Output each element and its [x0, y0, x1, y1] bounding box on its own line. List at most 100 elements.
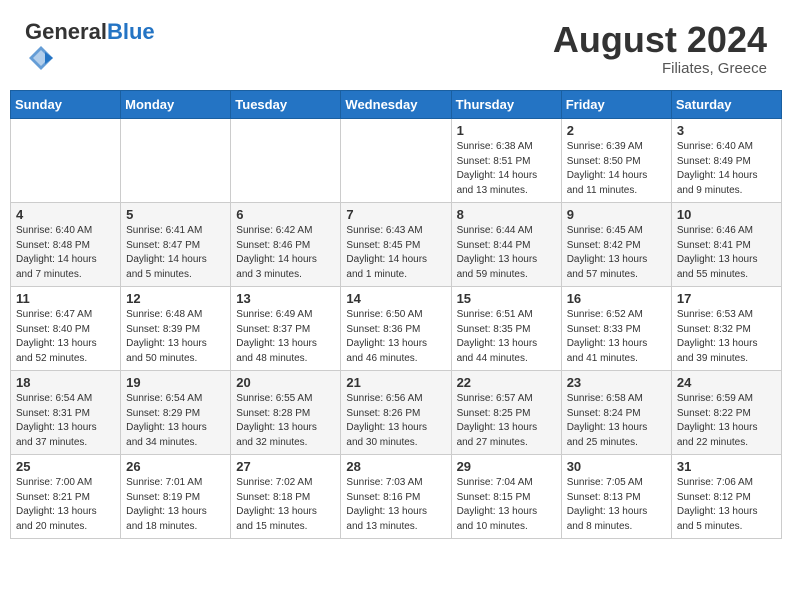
day-number: 20 — [236, 375, 335, 390]
day-info: Sunrise: 6:54 AM Sunset: 8:31 PM Dayligh… — [16, 392, 115, 450]
calendar-cell: 11Sunrise: 6:47 AM Sunset: 8:40 PM Dayli… — [11, 287, 121, 371]
weekday-header-monday: Monday — [121, 91, 231, 119]
weekday-header-wednesday: Wednesday — [341, 91, 451, 119]
calendar-cell: 7 Sunrise: 6:43 AM Sunset: 8:45 PM Daylig… — [341, 203, 451, 287]
calendar-cell: 21Sunrise: 6:56 AM Sunset: 8:26 PM Dayli… — [341, 371, 451, 455]
calendar-cell: 22Sunrise: 6:57 AM Sunset: 8:25 PM Dayli… — [451, 371, 561, 455]
calendar-week-row: 11Sunrise: 6:47 AM Sunset: 8:40 PM Dayli… — [11, 287, 782, 371]
weekday-header-thursday: Thursday — [451, 91, 561, 119]
day-number: 25 — [16, 459, 115, 474]
day-info: Sunrise: 6:41 AM Sunset: 8:47 PM Dayligh… — [126, 224, 225, 282]
day-number: 17 — [677, 291, 776, 306]
calendar-cell: 17 Sunrise: 6:53 AM Sunset: 8:32 PM Dayli… — [671, 287, 781, 371]
logo-blue: Blue — [107, 19, 155, 44]
day-info: Sunrise: 6:38 AM Sunset: 8:51 PM Dayligh… — [457, 140, 556, 198]
calendar-cell: 19Sunrise: 6:54 AM Sunset: 8:29 PM Dayli… — [121, 371, 231, 455]
calendar-cell: 30Sunrise: 7:05 AM Sunset: 8:13 PM Dayli… — [561, 455, 671, 539]
day-info: Sunrise: 6:55 AM Sunset: 8:28 PM Dayligh… — [236, 392, 335, 450]
calendar-week-row: 25 Sunrise: 7:00 AM Sunset: 8:21 PM Dayli… — [11, 455, 782, 539]
calendar-week-row: 4Sunrise: 6:40 AM Sunset: 8:48 PM Daylig… — [11, 203, 782, 287]
calendar-cell: 12 Sunrise: 6:48 AM Sunset: 8:39 PM Dayli… — [121, 287, 231, 371]
page-header: GeneralBlue August 2024 Filiates, Greece — [10, 10, 782, 82]
day-info: Sunrise: 6:50 AM Sunset: 8:36 PM Dayligh… — [346, 308, 445, 366]
weekday-header-row: SundayMondayTuesdayWednesdayThursdayFrid… — [11, 91, 782, 119]
weekday-header-saturday: Saturday — [671, 91, 781, 119]
day-number: 7 — [346, 207, 445, 222]
day-number: 18 — [16, 375, 115, 390]
day-info: Sunrise: 7:02 AM Sunset: 8:18 PM Dayligh… — [236, 476, 335, 534]
day-number: 1 — [457, 123, 556, 138]
calendar-week-row: 1 Sunrise: 6:38 AM Sunset: 8:51 PM Daylig… — [11, 119, 782, 203]
calendar-cell: 25 Sunrise: 7:00 AM Sunset: 8:21 PM Dayli… — [11, 455, 121, 539]
location-subtitle: Filiates, Greece — [553, 60, 767, 77]
calendar-cell: 23 Sunrise: 6:58 AM Sunset: 8:24 PM Dayli… — [561, 371, 671, 455]
day-number: 12 — [126, 291, 225, 306]
day-number: 16 — [567, 291, 666, 306]
calendar-cell — [121, 119, 231, 203]
calendar-cell: 24Sunrise: 6:59 AM Sunset: 8:22 PM Dayli… — [671, 371, 781, 455]
calendar-cell: 15 Sunrise: 6:51 AM Sunset: 8:35 PM Dayli… — [451, 287, 561, 371]
day-info: Sunrise: 6:54 AM Sunset: 8:29 PM Dayligh… — [126, 392, 225, 450]
calendar-cell: 31 Sunrise: 7:06 AM Sunset: 8:12 PM Dayli… — [671, 455, 781, 539]
day-info: Sunrise: 6:56 AM Sunset: 8:26 PM Dayligh… — [346, 392, 445, 450]
calendar-cell: 10Sunrise: 6:46 AM Sunset: 8:41 PM Dayli… — [671, 203, 781, 287]
day-info: Sunrise: 6:51 AM Sunset: 8:35 PM Dayligh… — [457, 308, 556, 366]
day-info: Sunrise: 6:58 AM Sunset: 8:24 PM Dayligh… — [567, 392, 666, 450]
calendar-cell: 9 Sunrise: 6:45 AM Sunset: 8:42 PM Daylig… — [561, 203, 671, 287]
day-info: Sunrise: 7:05 AM Sunset: 8:13 PM Dayligh… — [567, 476, 666, 534]
day-info: Sunrise: 7:00 AM Sunset: 8:21 PM Dayligh… — [16, 476, 115, 534]
day-number: 31 — [677, 459, 776, 474]
calendar-cell — [11, 119, 121, 203]
title-block: August 2024 Filiates, Greece — [553, 20, 767, 77]
day-number: 6 — [236, 207, 335, 222]
calendar-cell: 4Sunrise: 6:40 AM Sunset: 8:48 PM Daylig… — [11, 203, 121, 287]
day-info: Sunrise: 6:44 AM Sunset: 8:44 PM Dayligh… — [457, 224, 556, 282]
day-info: Sunrise: 7:01 AM Sunset: 8:19 PM Dayligh… — [126, 476, 225, 534]
day-info: Sunrise: 6:47 AM Sunset: 8:40 PM Dayligh… — [16, 308, 115, 366]
calendar-cell: 2Sunrise: 6:39 AM Sunset: 8:50 PM Daylig… — [561, 119, 671, 203]
day-info: Sunrise: 6:43 AM Sunset: 8:45 PM Dayligh… — [346, 224, 445, 282]
calendar-table: SundayMondayTuesdayWednesdayThursdayFrid… — [10, 90, 782, 539]
day-info: Sunrise: 6:53 AM Sunset: 8:32 PM Dayligh… — [677, 308, 776, 366]
day-info: Sunrise: 6:45 AM Sunset: 8:42 PM Dayligh… — [567, 224, 666, 282]
day-number: 29 — [457, 459, 556, 474]
day-info: Sunrise: 6:42 AM Sunset: 8:46 PM Dayligh… — [236, 224, 335, 282]
day-number: 27 — [236, 459, 335, 474]
day-info: Sunrise: 6:40 AM Sunset: 8:49 PM Dayligh… — [677, 140, 776, 198]
calendar-cell: 5 Sunrise: 6:41 AM Sunset: 8:47 PM Daylig… — [121, 203, 231, 287]
day-number: 15 — [457, 291, 556, 306]
logo: GeneralBlue — [25, 20, 155, 77]
weekday-header-tuesday: Tuesday — [231, 91, 341, 119]
month-year-title: August 2024 — [553, 20, 767, 60]
day-number: 5 — [126, 207, 225, 222]
logo-icon — [27, 44, 55, 72]
calendar-cell: 29 Sunrise: 7:04 AM Sunset: 8:15 PM Dayli… — [451, 455, 561, 539]
day-number: 10 — [677, 207, 776, 222]
calendar-cell: 16 Sunrise: 6:52 AM Sunset: 8:33 PM Dayli… — [561, 287, 671, 371]
day-info: Sunrise: 7:04 AM Sunset: 8:15 PM Dayligh… — [457, 476, 556, 534]
calendar-cell: 6 Sunrise: 6:42 AM Sunset: 8:46 PM Daylig… — [231, 203, 341, 287]
day-info: Sunrise: 6:49 AM Sunset: 8:37 PM Dayligh… — [236, 308, 335, 366]
weekday-header-sunday: Sunday — [11, 91, 121, 119]
calendar-cell: 20 Sunrise: 6:55 AM Sunset: 8:28 PM Dayli… — [231, 371, 341, 455]
calendar-cell: 28 Sunrise: 7:03 AM Sunset: 8:16 PM Dayli… — [341, 455, 451, 539]
day-info: Sunrise: 7:03 AM Sunset: 8:16 PM Dayligh… — [346, 476, 445, 534]
calendar-cell: 1 Sunrise: 6:38 AM Sunset: 8:51 PM Daylig… — [451, 119, 561, 203]
day-info: Sunrise: 6:48 AM Sunset: 8:39 PM Dayligh… — [126, 308, 225, 366]
day-info: Sunrise: 6:57 AM Sunset: 8:25 PM Dayligh… — [457, 392, 556, 450]
day-number: 3 — [677, 123, 776, 138]
day-number: 26 — [126, 459, 225, 474]
day-number: 14 — [346, 291, 445, 306]
day-number: 23 — [567, 375, 666, 390]
day-number: 28 — [346, 459, 445, 474]
logo-general: General — [25, 19, 107, 44]
day-number: 9 — [567, 207, 666, 222]
calendar-cell: 8Sunrise: 6:44 AM Sunset: 8:44 PM Daylig… — [451, 203, 561, 287]
calendar-cell — [231, 119, 341, 203]
day-info: Sunrise: 7:06 AM Sunset: 8:12 PM Dayligh… — [677, 476, 776, 534]
day-number: 4 — [16, 207, 115, 222]
day-info: Sunrise: 6:52 AM Sunset: 8:33 PM Dayligh… — [567, 308, 666, 366]
day-number: 13 — [236, 291, 335, 306]
calendar-cell: 13 Sunrise: 6:49 AM Sunset: 8:37 PM Dayli… — [231, 287, 341, 371]
day-info: Sunrise: 6:39 AM Sunset: 8:50 PM Dayligh… — [567, 140, 666, 198]
